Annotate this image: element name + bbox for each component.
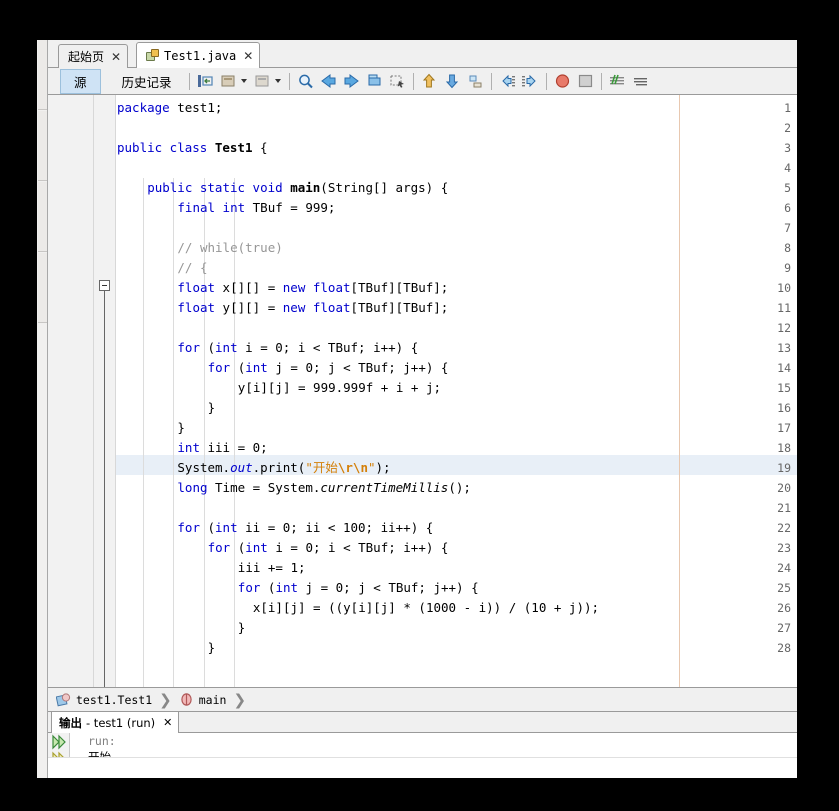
output-tab-test1-run[interactable]: 输出 - test1 (run) ✕ (51, 712, 180, 733)
output-tab-bar: 输出 - test1 (run) ✕ (48, 712, 797, 733)
code-line[interactable]: for (int i = 0; i < TBuf; i++) { (208, 538, 449, 558)
code-line[interactable]: public class Test1 { (117, 138, 268, 158)
rerun-icon[interactable] (51, 734, 67, 750)
close-icon[interactable]: ✕ (243, 50, 253, 62)
class-icon (55, 692, 71, 707)
close-icon[interactable]: ✕ (111, 51, 121, 63)
stop-icon[interactable] (552, 71, 573, 92)
code-line[interactable]: long Time = System.currentTimeMillis(); (177, 478, 471, 498)
code-line[interactable]: // { (177, 258, 207, 278)
uncomment-icon[interactable] (630, 71, 651, 92)
output-tab-subtitle: - test1 (run) (86, 715, 156, 730)
breadcrumb-separator: ❯ (159, 690, 172, 709)
close-icon[interactable]: ✕ (163, 716, 172, 729)
shift-line-left-icon[interactable] (195, 71, 216, 92)
dock-segment-navigator[interactable] (38, 253, 47, 323)
code-line[interactable]: float y[][] = new float[TBuf][TBuf]; (177, 298, 448, 318)
code-line[interactable]: } (238, 618, 246, 638)
next-bookmark-icon[interactable] (341, 71, 362, 92)
tab-test1-java[interactable]: Test1.java ✕ (136, 42, 261, 68)
method-icon (179, 692, 194, 707)
code-line[interactable]: x[i][j] = ((y[i][j] * (1000 - i)) / (10 … (238, 598, 599, 618)
code-line[interactable]: public static void main(String[] args) { (147, 178, 448, 198)
code-line[interactable]: } (177, 418, 185, 438)
code-line[interactable]: for (int ii = 0; ii < 100; ii++) { (177, 518, 433, 538)
line-number-gutter[interactable] (48, 95, 94, 687)
pause-icon[interactable] (575, 71, 596, 92)
chevron-down-icon[interactable] (240, 71, 249, 92)
shift-left-icon[interactable] (497, 71, 518, 92)
breadcrumb-class[interactable]: test1.Test1 (76, 693, 152, 707)
toggle-highlight-icon[interactable] (218, 71, 239, 92)
fold-toggle-icon[interactable] (99, 280, 110, 291)
tab-start-page[interactable]: 起始页 ✕ (58, 44, 129, 68)
code-line[interactable]: int iii = 0; (177, 438, 267, 458)
find-selection-icon[interactable] (295, 71, 316, 92)
code-line[interactable]: for (int j = 0; j < TBuf; j++) { (238, 578, 479, 598)
tab-start-page-label: 起始页 (68, 50, 105, 64)
code-line[interactable]: float x[][] = new float[TBuf][TBuf]; (177, 278, 448, 298)
dock-segment-services[interactable] (38, 182, 47, 252)
code-fold-column[interactable] (94, 95, 116, 687)
tab-test1-java-label: Test1.java (164, 48, 237, 63)
shift-right-icon[interactable] (520, 71, 541, 92)
code-text[interactable]: package test1; public class Test1 { public… (117, 95, 797, 687)
code-line[interactable]: // while(true) (177, 238, 282, 258)
toggle-history-view[interactable]: 历史记录 (109, 69, 185, 94)
output-panel: 输出 - test1 (run) ✕ run:开始结果: 99999.9 - (48, 712, 797, 778)
fold-range-line (104, 291, 105, 687)
code-line[interactable]: final int TBuf = 999; (177, 198, 335, 218)
previous-bookmark-icon[interactable] (318, 71, 339, 92)
toggle-rectangular-selection-icon[interactable] (252, 71, 273, 92)
next-error-icon[interactable] (442, 71, 463, 92)
code-line[interactable]: } (208, 638, 216, 658)
editor-toolbar: 源 历史记录 (48, 68, 797, 95)
netbeans-window: 起始页 ✕ Test1.java ✕ 源 历史记录 1 2 3 4 5 6 7 … (37, 40, 797, 778)
toggle-source-view[interactable]: 源 (60, 68, 101, 94)
inspect-icon[interactable] (465, 71, 486, 92)
breadcrumb: test1.Test1 ❯ main ❯ (48, 687, 797, 712)
toggle-bookmark-icon[interactable] (364, 71, 385, 92)
code-line[interactable]: y[i][j] = 999.999f + i + j; (238, 378, 441, 398)
chevron-down-icon[interactable] (274, 71, 283, 92)
code-editor[interactable]: 1 2 3 4 5 6 7 8 9 10 11 12 13 14 15 16 17 18 19 20 21 22 23 24 2… (48, 95, 797, 687)
last-edit-icon[interactable] (387, 71, 408, 92)
breadcrumb-method[interactable]: main (199, 693, 227, 707)
code-line[interactable]: iii += 1; (238, 558, 306, 578)
output-line: run: (88, 734, 116, 748)
code-line[interactable]: package test1; (117, 98, 222, 118)
java-file-icon (146, 48, 160, 63)
code-line[interactable]: System.out.print("开始\r\n"); (177, 458, 390, 478)
output-overflow-row (48, 757, 797, 778)
code-line[interactable]: } (208, 398, 216, 418)
comment-icon[interactable] (607, 71, 628, 92)
dock-segment-files[interactable] (38, 111, 47, 181)
dock-segment-projects[interactable] (38, 40, 47, 110)
left-dock-strip[interactable] (37, 40, 48, 778)
code-line[interactable]: for (int j = 0; j < TBuf; j++) { (208, 358, 449, 378)
code-line[interactable]: for (int i = 0; i < TBuf; i++) { (177, 338, 418, 358)
breadcrumb-separator: ❯ (233, 690, 247, 709)
output-tab-title: 输出 (59, 715, 82, 730)
previous-error-icon[interactable] (419, 71, 440, 92)
editor-tab-bar: 起始页 ✕ Test1.java ✕ (48, 40, 797, 68)
